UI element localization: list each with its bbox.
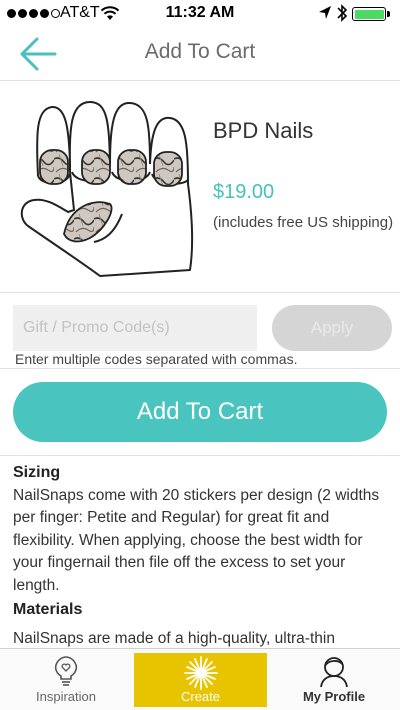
location-arrow-icon bbox=[318, 5, 332, 26]
page-title: Add To Cart bbox=[144, 40, 256, 63]
profile-icon bbox=[319, 656, 349, 691]
promo-hint: Enter multiple codes separated with comm… bbox=[15, 351, 298, 367]
product-price: $19.00 bbox=[213, 181, 275, 203]
product-image bbox=[14, 94, 200, 284]
status-bar: AT&T 11:32 AM bbox=[0, 0, 400, 28]
sparkle-icon bbox=[183, 656, 219, 693]
sizing-text: NailSnaps come with 20 stickers per desi… bbox=[13, 486, 380, 594]
lightbulb-heart-icon bbox=[53, 656, 79, 689]
shipping-note: (includes free US shipping) bbox=[213, 214, 394, 231]
materials-text: NailSnaps are made of a high-quality, ul… bbox=[13, 629, 335, 647]
cart-divider bbox=[0, 455, 400, 456]
tab-create-label: Create bbox=[180, 689, 221, 704]
bluetooth-icon bbox=[336, 3, 348, 28]
tab-inspiration-label: Inspiration bbox=[36, 689, 96, 704]
product-name: BPD Nails bbox=[213, 118, 314, 143]
tab-my-profile-label: My Profile bbox=[302, 689, 366, 704]
tab-bar: Inspiration Create My Profile bbox=[0, 648, 400, 710]
add-to-cart-button[interactable]: Add To Cart bbox=[13, 382, 387, 442]
tab-my-profile[interactable]: My Profile bbox=[268, 653, 400, 707]
promo-code-input[interactable] bbox=[13, 305, 257, 351]
materials-heading: Materials bbox=[13, 601, 83, 618]
tab-create[interactable]: Create bbox=[134, 653, 267, 707]
battery-icon bbox=[352, 7, 386, 21]
product-details[interactable]: Sizing NailSnaps come with 20 stickers p… bbox=[13, 462, 389, 652]
sizing-heading: Sizing bbox=[13, 464, 61, 481]
promo-divider bbox=[0, 368, 400, 369]
header-divider bbox=[0, 80, 400, 81]
apply-button[interactable]: Apply bbox=[272, 305, 392, 351]
tab-inspiration[interactable]: Inspiration bbox=[0, 653, 132, 707]
product-summary: BPD Nails $19.00 (includes free US shipp… bbox=[0, 88, 400, 293]
product-divider bbox=[0, 292, 400, 293]
nav-header: Add To Cart bbox=[0, 28, 400, 80]
